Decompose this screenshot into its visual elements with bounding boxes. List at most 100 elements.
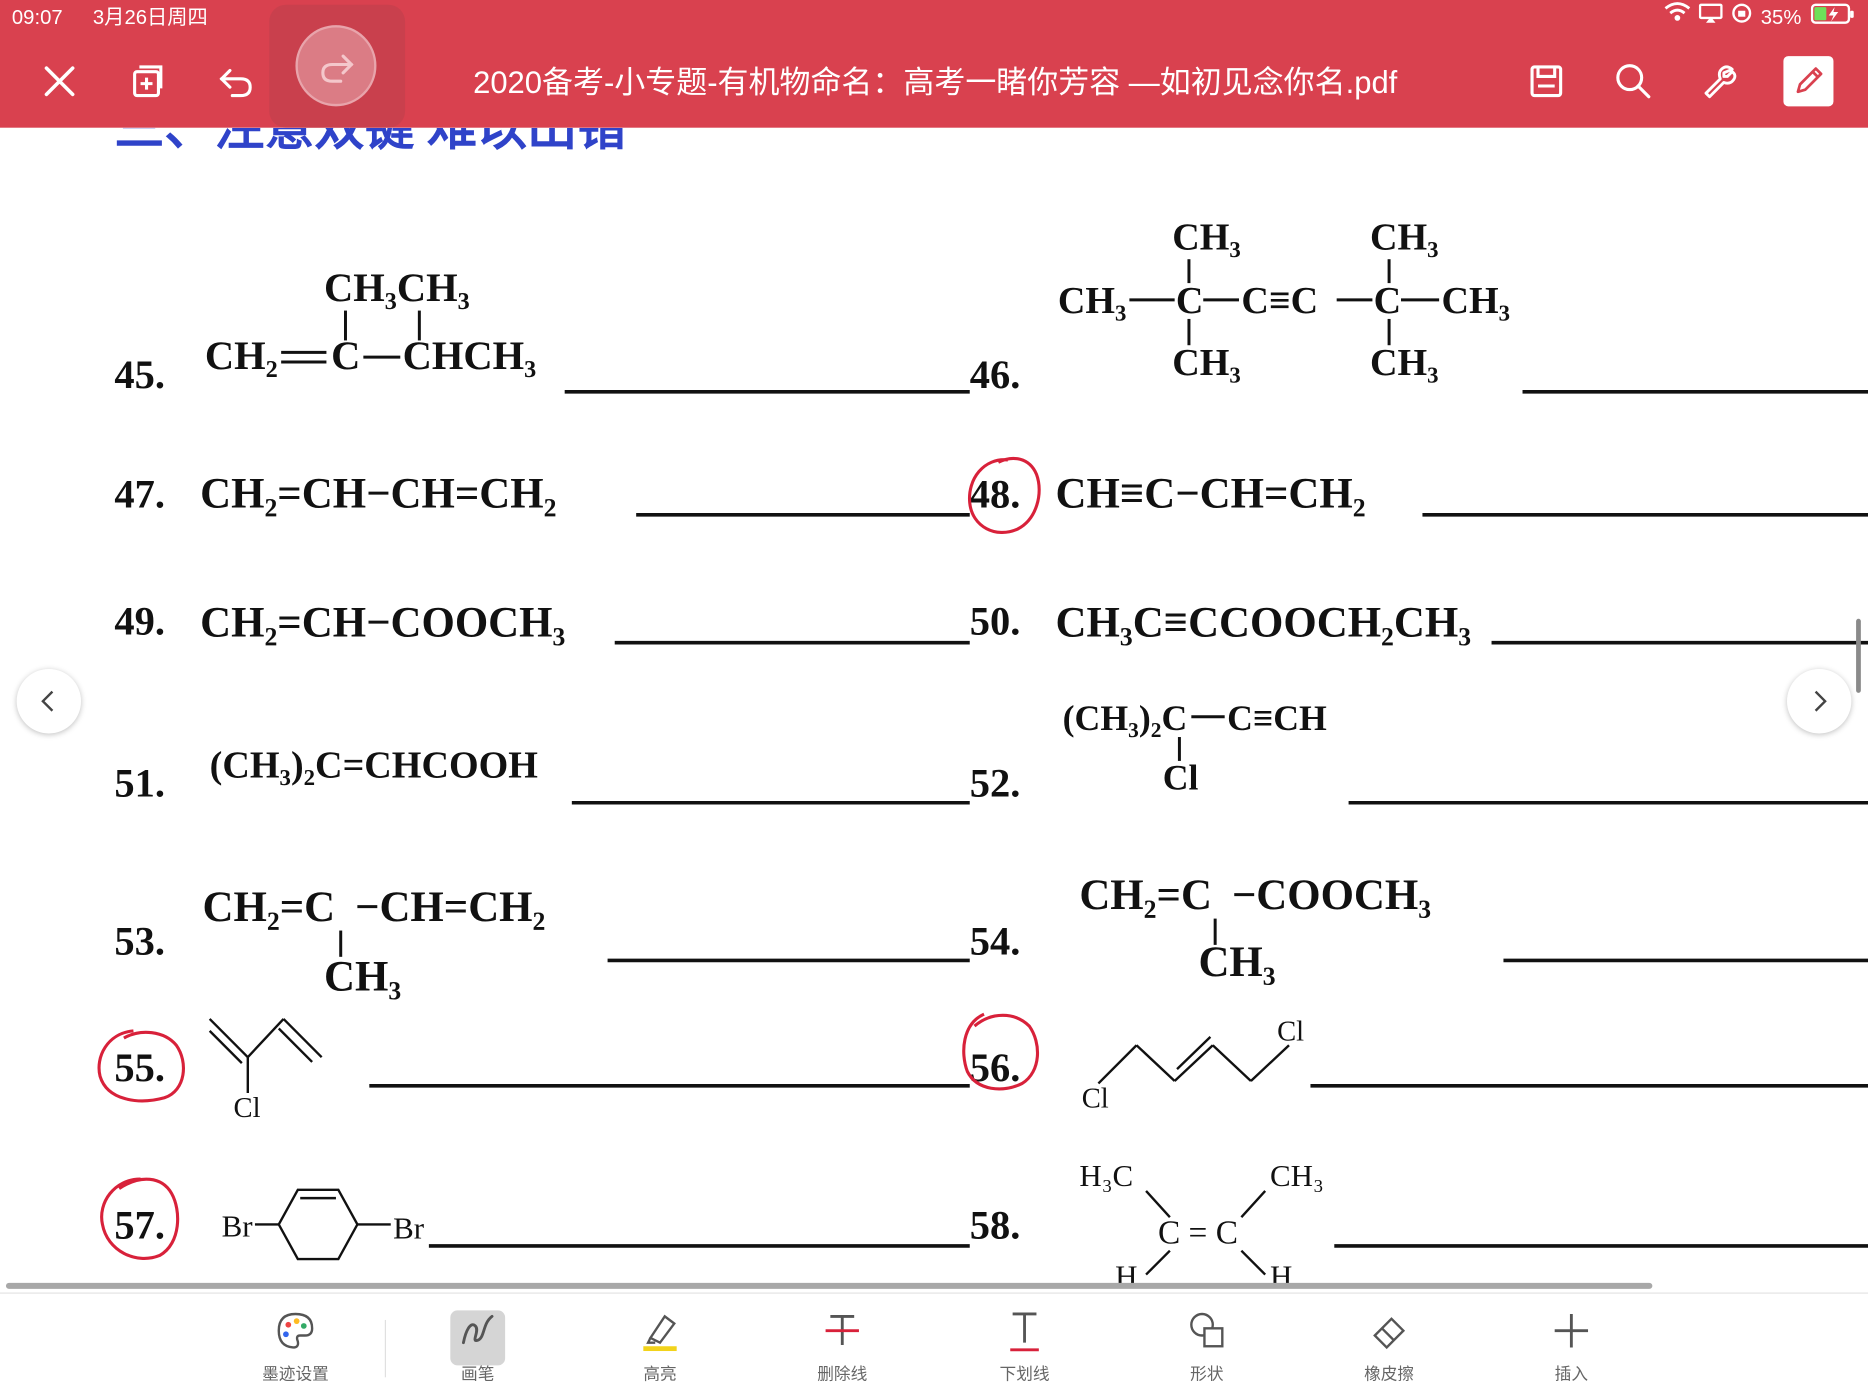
problem-number: 50. [970,598,1021,643]
tool-shapes[interactable]: 形状 [1159,1307,1254,1393]
eraser-icon [1373,1317,1406,1350]
horizontal-scrollbar[interactable] [5,1282,1653,1289]
problem-number: 45. [114,352,165,397]
shapes-icon [1190,1312,1224,1348]
tool-pen[interactable]: 画笔 [430,1307,525,1393]
problem-number: 46. [970,352,1021,397]
undo-button[interactable] [203,48,270,115]
tool-strikethrough[interactable]: 删除线 [795,1307,890,1393]
formula-text: (CH₃)₂C=CHCOOH [210,745,539,787]
problem-number: 49. [114,598,165,643]
formula-text: CH₂=CH−CH=CH₂ [200,471,556,518]
formula-text: C = C [1158,1214,1238,1251]
problem-number: 51. [114,761,165,806]
tool-ink-settings[interactable]: 墨迹设置 [248,1307,343,1393]
tool-label: 插入 [1554,1364,1589,1384]
edit-pen-icon [1796,67,1823,94]
skeletal-structure [1097,1036,1290,1085]
formula-text: CH₂=C [203,884,336,931]
pdf-page[interactable]: 三、注意双键 难以出错 45. CH₃CH₃ CH₂ C CHCH₃ 46. C… [0,127,1868,1289]
problem-number: 58. [970,1203,1021,1248]
tool-label: 删除线 [817,1364,868,1384]
cyclohexene-ring [254,1188,391,1261]
redo-button[interactable] [269,4,406,128]
status-time: 09:07 [11,5,63,29]
redo-icon [321,54,354,83]
search-button[interactable] [1600,48,1667,115]
add-page-button[interactable] [113,48,180,115]
highlighter-icon [643,1314,677,1352]
plus-icon [1554,1313,1589,1348]
formula-text: Br [393,1211,425,1246]
problem-number: 47. [114,472,165,517]
formula-text: CH₃ [1370,217,1439,259]
tool-eraser[interactable]: 橡皮擦 [1341,1307,1436,1393]
formula-text: Cl [234,1092,261,1124]
formula-text: CH≡C−CH=CH₂ [1056,471,1366,518]
status-date: 3月26日周四 [92,5,208,29]
tool-label: 下划线 [999,1364,1050,1384]
formula-text: CH₃ [1058,280,1127,322]
section-heading: 三、注意双键 难以出错 [114,128,627,156]
next-page-button[interactable] [1786,668,1852,734]
vertical-scrollbar[interactable] [1856,618,1861,693]
tool-insert[interactable]: 插入 [1524,1307,1619,1393]
formula-text: CH₂ [205,333,278,378]
formula-text: Cl [1277,1015,1304,1047]
formula-text: C [331,333,360,378]
problem-number: 57. [114,1203,165,1248]
problem-number: 55. [114,1045,165,1090]
previous-page-button[interactable] [16,668,82,734]
top-toolbar: 09:07 3月26日周四 35% 2020备考-小专题-有机物命名：高考一睹你… [0,0,1868,128]
save-button[interactable] [1513,48,1580,115]
pdf-reader-app: 09:07 3月26日周四 35% 2020备考-小专题-有机物命名：高考一睹你… [0,0,1868,1400]
tool-underline[interactable]: 下划线 [977,1307,1072,1393]
strikethrough-icon [825,1314,859,1346]
formula-text: CH₂=C [1079,872,1212,919]
formula-text: CH₃ [324,953,401,1000]
close-button[interactable] [26,48,93,115]
formula-text: −COOCH₃ [1232,872,1431,919]
battery-icon [1810,0,1856,36]
formula-text: (CH₃)₂C [1063,698,1188,738]
formula-text: CH₃ [1370,342,1439,384]
problem-number: 48. [970,472,1021,517]
formula-text: CH₃C≡CCOOCH₂CH₃ [1056,600,1472,647]
formula-text: CHCH₃ [403,333,537,378]
tool-label: 橡皮擦 [1364,1364,1415,1384]
orientation-lock-icon [1730,0,1754,36]
problem-number: 53. [114,918,165,963]
palette-icon [277,1312,314,1349]
formula-text: C [1374,280,1402,322]
problem-number: 52. [970,761,1021,806]
chevron-right-icon [1814,690,1827,712]
formula-text: Cl [1163,758,1199,798]
formula-text: Br [222,1208,254,1243]
tools-button[interactable] [1687,48,1754,115]
save-icon [1530,65,1563,98]
screen-mirror-icon [1698,0,1723,36]
formula-text: −CH=CH₂ [355,884,545,931]
formula-text: Cl [1082,1082,1109,1114]
chevron-left-icon [41,690,54,712]
edit-mode-button[interactable] [1775,48,1842,115]
formula-text: CH₃ [1198,939,1275,986]
page-content: 三、注意双键 难以出错 45. CH₃CH₃ CH₂ C CHCH₃ 46. C… [97,128,1868,1289]
problem-number: 54. [970,918,1021,963]
document-title: 2020备考-小专题-有机物命名：高考一睹你芳容 —如初见念你名.pdf [473,64,1398,101]
formula-text: CH₂=CH−COOCH₃ [200,600,565,647]
tool-label: 形状 [1190,1364,1224,1384]
tool-highlight[interactable]: 高亮 [612,1307,707,1393]
tool-label: 墨迹设置 [262,1364,329,1384]
formula-text: CH₃ [1270,1158,1324,1193]
toolbar-divider [384,1319,386,1378]
formula-text: CH₃CH₃ [324,265,470,310]
undo-icon [219,68,252,98]
formula-text: CH₃ [1442,280,1511,322]
tool-label: 高亮 [643,1364,677,1384]
tool-label: 画笔 [461,1364,495,1384]
battery-percent: 35% [1760,5,1802,29]
formula-text: C [1176,280,1204,322]
ink-annotations[interactable] [97,456,1041,1260]
formula-text: C≡C [1241,280,1318,322]
